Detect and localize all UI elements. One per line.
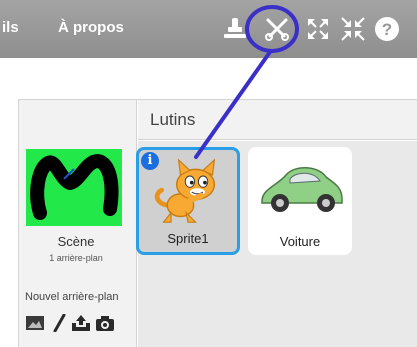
menu-item-about[interactable]: À propos [58,19,124,36]
backdrop-count: 1 arrière-plan [49,253,103,263]
grow-icon[interactable] [305,16,331,42]
sprite-name: Voiture [279,234,321,249]
car-icon [248,151,352,227]
sprite-tile-sprite1[interactable]: i Sprite1 [136,147,240,255]
new-backdrop-tools [25,314,135,334]
sprite-name: Sprite1 [167,231,209,246]
stage-label: Scène [57,234,95,249]
sprite-tile-voiture[interactable]: Voiture [248,147,352,255]
stage-thumbnail[interactable] [26,149,122,226]
sprites-header: Lutins [138,100,417,140]
sprite-list: i Sprite1 Voiture [136,141,417,347]
choose-backdrop-library-icon[interactable] [25,314,45,332]
sprite-panel: Scène 1 arrière-plan Nouvel arrière-plan [18,99,417,347]
help-glyph: ? [382,20,392,39]
shrink-icon[interactable] [340,16,366,42]
sprites-title: Lutins [150,110,196,129]
camera-icon[interactable] [95,314,115,332]
menu-item-tools[interactable]: ils [2,19,19,36]
duplicate-stamp-icon[interactable] [222,16,248,42]
stage-column: Scène 1 arrière-plan Nouvel arrière-plan [19,100,137,347]
editor-page: Scène 1 arrière-plan Nouvel arrière-plan [0,58,417,347]
menubar: ils À propos ? [0,0,417,58]
cut-scissors-icon[interactable] [264,16,290,42]
scratch-cat-icon [139,154,237,230]
paint-brush-icon[interactable] [50,314,70,332]
sprites-area: Lutins i Sprite1 Voiture [136,100,417,347]
help-icon[interactable]: ? [374,16,400,42]
new-backdrop-label: Nouvel arrière-plan [25,291,119,303]
upload-icon[interactable] [71,314,91,332]
